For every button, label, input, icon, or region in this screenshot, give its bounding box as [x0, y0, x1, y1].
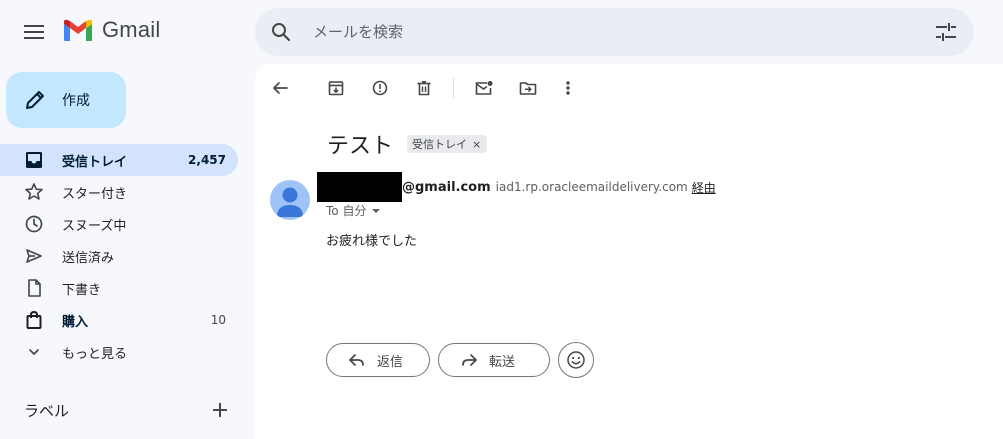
via-link[interactable]: 経由	[692, 179, 716, 196]
clock-icon	[25, 215, 43, 233]
sidebar-item-label: スヌーズ中	[62, 218, 127, 234]
email-subject: テスト	[327, 134, 394, 159]
sidebar-item-label: スター付き	[62, 186, 128, 202]
search-options-icon[interactable]	[926, 12, 966, 52]
star-icon	[25, 183, 43, 200]
forward-button[interactable]: 転送	[438, 343, 550, 377]
sidebar-item-label: 送信済み	[62, 250, 115, 266]
sidebar-item-inbox[interactable]: 受信トレイ 2,457	[0, 144, 238, 176]
sidebar-item-label: もっと見る	[62, 346, 128, 362]
report-spam-icon[interactable]	[362, 70, 398, 106]
sidebar-item-count: 10	[210, 313, 226, 327]
move-to-folder-icon[interactable]	[510, 70, 546, 106]
sidebar-item-label: 購入	[62, 314, 89, 330]
recipient-details-toggle[interactable]: To 自分	[326, 202, 381, 219]
draft-icon	[28, 279, 41, 297]
inbox-label-chip[interactable]: 受信トレイ ×	[407, 135, 488, 153]
redacted-sender-name	[317, 172, 402, 202]
sidebar-item-label: 受信トレイ	[62, 154, 128, 170]
gmail-m-icon	[64, 19, 92, 41]
back-arrow-icon[interactable]	[262, 70, 298, 106]
archive-icon[interactable]	[318, 70, 354, 106]
inbox-icon	[26, 152, 42, 168]
compose-label: 作成	[62, 93, 90, 109]
email-body: お疲れ様でした	[326, 234, 418, 249]
forward-label: 転送	[489, 354, 516, 370]
compose-button[interactable]: 作成	[6, 72, 126, 128]
labels-title: ラベル	[24, 401, 70, 420]
via-domain: iad1.rp.oracleemaildelivery.com	[495, 180, 688, 194]
sidebar-item-drafts[interactable]: 下書き	[0, 272, 238, 304]
trash-icon[interactable]	[406, 70, 442, 106]
gmail-logo[interactable]: Gmail	[62, 17, 160, 43]
send-icon	[26, 249, 42, 263]
subject-row: テスト 受信トレイ ×	[327, 128, 488, 160]
message-toolbar	[255, 64, 1003, 112]
search-icon[interactable]	[261, 12, 301, 52]
reply-arrow-icon	[349, 354, 364, 366]
app-name: Gmail	[102, 17, 161, 42]
pencil-icon	[26, 91, 44, 109]
message-view: テスト 受信トレイ × @gmail.com iad1.rp.oracleema…	[255, 64, 1003, 439]
sender-row: @gmail.com iad1.rp.oracleemaildelivery.c…	[317, 172, 716, 202]
smiley-icon	[567, 351, 585, 369]
reply-label: 返信	[377, 354, 404, 370]
reply-actions: 返信 転送	[326, 342, 594, 378]
emoji-reaction-button[interactable]	[558, 342, 594, 378]
to-text: To 自分	[326, 204, 367, 218]
reply-button[interactable]: 返信	[326, 343, 430, 377]
avatar[interactable]	[270, 180, 310, 220]
mark-unread-icon[interactable]	[466, 70, 502, 106]
person-icon	[277, 187, 303, 217]
labels-section-header: ラベル	[0, 394, 255, 426]
remove-label-button[interactable]: ×	[472, 138, 481, 151]
sidebar-item-label: 下書き	[62, 282, 102, 298]
more-options-icon[interactable]	[550, 70, 586, 106]
sidebar-item-starred[interactable]: スター付き	[0, 176, 238, 208]
forward-arrow-icon	[462, 354, 477, 366]
sidebar-nav: 受信トレイ 2,457 スター付き スヌーズ中 送信済み 下書き 購入 10 も…	[0, 144, 255, 368]
search-bar[interactable]	[255, 8, 974, 56]
main-menu-icon[interactable]	[14, 12, 54, 52]
caret-down-icon	[372, 208, 381, 213]
sender-email[interactable]: @gmail.com	[402, 180, 491, 195]
sidebar-item-sent[interactable]: 送信済み	[0, 240, 238, 272]
sidebar-item-count: 2,457	[188, 153, 226, 167]
add-label-icon[interactable]	[206, 394, 234, 426]
search-input[interactable]	[311, 22, 926, 42]
sidebar-item-purchases[interactable]: 購入 10	[0, 304, 238, 336]
label-chip-text: 受信トレイ	[412, 138, 468, 151]
toolbar-divider	[453, 78, 454, 98]
sidebar-item-snoozed[interactable]: スヌーズ中	[0, 208, 238, 240]
shopping-bag-icon	[26, 310, 42, 329]
top-header: Gmail	[0, 0, 1003, 64]
sidebar: 作成 受信トレイ 2,457 スター付き スヌーズ中 送信済み 下書き 購入 1…	[0, 64, 255, 439]
chevron-down-icon	[29, 349, 39, 355]
sidebar-item-more[interactable]: もっと見る	[0, 336, 238, 368]
